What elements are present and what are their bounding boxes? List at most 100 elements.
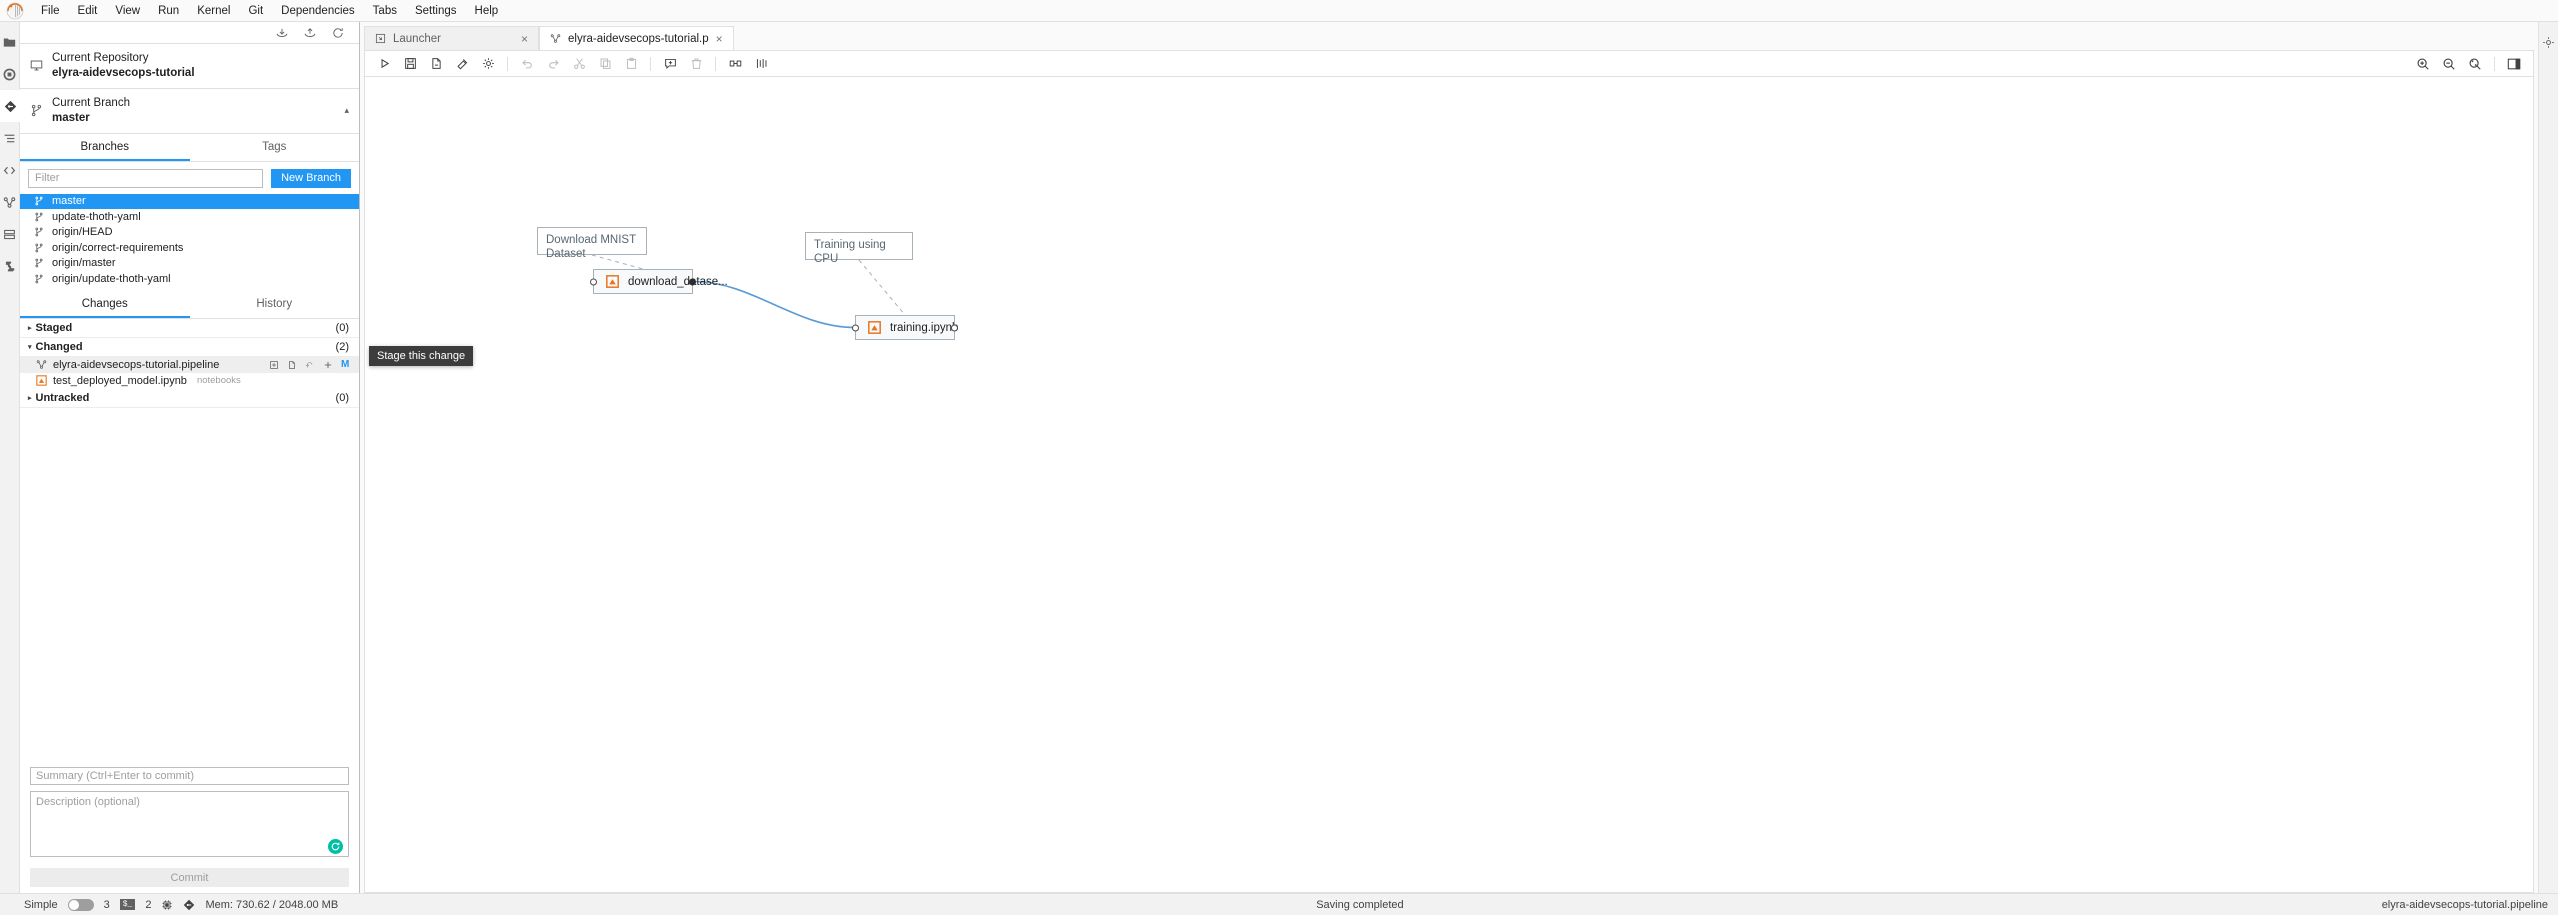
document-tab[interactable]: elyra-aidevsecops-tutorial.p × xyxy=(539,26,734,50)
sidebar-item-runtimes[interactable] xyxy=(0,218,20,250)
menu-item-git[interactable]: Git xyxy=(239,1,272,21)
status-bar: Simple 3 $_ 2 Mem: 730.62 / 2048.00 MB S… xyxy=(0,893,2558,915)
undo-icon[interactable] xyxy=(514,51,540,77)
branch-list-item[interactable]: master xyxy=(20,193,359,209)
toolbar-right-group xyxy=(2410,51,2527,77)
node-input-port[interactable] xyxy=(852,324,859,331)
changed-file-row[interactable]: test_deployed_model.ipynb notebooks xyxy=(20,373,359,389)
menu-item-file[interactable]: File xyxy=(32,1,69,21)
open-properties-panel-icon[interactable] xyxy=(2501,51,2527,77)
document-tab-bar: Launcher × elyra-aidevsecops-tutorial.p × xyxy=(364,26,2534,50)
copy-icon[interactable] xyxy=(592,51,618,77)
sidebar-item-code-snippets[interactable] xyxy=(0,154,20,186)
desktop-icon xyxy=(30,59,43,72)
current-repository[interactable]: Current Repository elyra-aidevsecops-tut… xyxy=(20,44,359,89)
branch-list-item[interactable]: origin/HEAD xyxy=(20,225,359,241)
kernels-count[interactable]: 3 xyxy=(104,899,110,911)
simple-mode-toggle[interactable] xyxy=(67,898,94,911)
menu-item-dependencies[interactable]: Dependencies xyxy=(272,1,364,21)
node-output-port[interactable] xyxy=(951,324,958,331)
refresh-circle-icon[interactable] xyxy=(328,839,343,854)
current-branch[interactable]: Current Branch master ▴ xyxy=(20,89,359,134)
menu-item-help[interactable]: Help xyxy=(466,1,508,21)
branch-list-item[interactable]: update-thoth-yaml xyxy=(20,209,359,225)
sidebar-item-extension-manager[interactable] xyxy=(0,250,20,282)
terminals-count[interactable]: 2 xyxy=(145,899,151,911)
open-file-icon[interactable] xyxy=(287,360,297,370)
zoom-out-icon[interactable] xyxy=(2436,51,2462,77)
pull-icon[interactable] xyxy=(275,26,289,40)
branch-label: master xyxy=(52,195,86,208)
running-terminals-icon xyxy=(3,68,16,80)
sidebar-item-file-browser[interactable] xyxy=(0,26,20,58)
pipeline-node[interactable]: training.ipynb xyxy=(852,315,958,340)
branch-filter-input[interactable] xyxy=(28,168,264,188)
run-pipeline-icon[interactable] xyxy=(371,51,397,77)
cut-icon[interactable] xyxy=(566,51,592,77)
export-pipeline-icon[interactable] xyxy=(423,51,449,77)
redo-icon[interactable] xyxy=(540,51,566,77)
git-status-icon[interactable] xyxy=(183,899,195,911)
branch-tabs: Branches Tags xyxy=(20,133,360,162)
branch-list-item[interactable]: origin/correct-requirements xyxy=(20,240,359,256)
discard-changes-icon[interactable] xyxy=(305,360,315,370)
arrange-horizontally-icon[interactable] xyxy=(722,51,748,77)
active-document-name: elyra-aidevsecops-tutorial.pipeline xyxy=(2381,898,2548,911)
zoom-to-fit-icon[interactable] xyxy=(2462,51,2488,77)
paste-icon[interactable] xyxy=(618,51,644,77)
close-icon[interactable]: × xyxy=(716,33,723,45)
arrange-vertically-icon[interactable] xyxy=(748,51,774,77)
document-tab[interactable]: Launcher × xyxy=(364,26,539,50)
tab-changes[interactable]: Changes xyxy=(20,291,190,318)
clear-pipeline-icon[interactable] xyxy=(449,51,475,77)
stage-change-icon[interactable] xyxy=(323,360,333,370)
notebook-node-icon xyxy=(606,275,619,288)
commit-summary-input[interactable] xyxy=(30,767,349,785)
changes-section-staged[interactable]: ▸ Staged (0) xyxy=(20,318,359,338)
pipeline-properties-icon[interactable] xyxy=(475,51,501,77)
node-input-port[interactable] xyxy=(590,278,597,285)
sidebar-item-running[interactable] xyxy=(0,58,20,90)
sidebar-item-pipeline-components[interactable] xyxy=(0,186,20,218)
zoom-in-icon[interactable] xyxy=(2410,51,2436,77)
menu-item-run[interactable]: Run xyxy=(149,1,188,21)
pipeline-canvas[interactable]: Download MNIST Dataset Training using CPU… xyxy=(365,77,2533,892)
pipeline-comment[interactable]: Download MNIST Dataset xyxy=(537,227,647,260)
pipeline-comment[interactable]: Training using CPU xyxy=(805,232,913,265)
save-pipeline-icon[interactable] xyxy=(397,51,423,77)
terminal-icon[interactable]: $_ xyxy=(119,899,136,910)
sidebar-item-toc[interactable] xyxy=(0,122,20,154)
node-output-port[interactable] xyxy=(689,278,696,285)
branch-list-item[interactable]: origin/master xyxy=(20,256,359,272)
property-inspector-icon[interactable] xyxy=(2539,26,2558,58)
menu-item-settings[interactable]: Settings xyxy=(406,1,466,21)
pipeline-node[interactable]: download_datase... xyxy=(590,269,728,294)
branch-list-item[interactable]: origin/update-thoth-yaml xyxy=(20,271,359,287)
commit-button[interactable]: Commit xyxy=(30,868,349,887)
menu-item-view[interactable]: View xyxy=(106,1,149,21)
changes-section-untracked[interactable]: ▸ Untracked (0) xyxy=(20,388,359,408)
open-diff-icon[interactable] xyxy=(269,360,279,370)
refresh-icon[interactable] xyxy=(331,26,345,40)
chevron-up-icon[interactable]: ▴ xyxy=(344,105,349,116)
git-panel-toolbar xyxy=(20,22,359,44)
menu-item-tabs[interactable]: Tabs xyxy=(364,1,406,21)
tab-branches[interactable]: Branches xyxy=(20,134,190,161)
menu-item-edit[interactable]: Edit xyxy=(69,1,107,21)
close-icon[interactable]: × xyxy=(521,33,528,45)
delete-icon[interactable] xyxy=(683,51,709,77)
push-icon[interactable] xyxy=(303,26,317,40)
changes-section-changed[interactable]: ▾ Changed (2) xyxy=(20,337,359,357)
add-comment-icon[interactable] xyxy=(657,51,683,77)
changed-file-row[interactable]: elyra-aidevsecops-tutorial.pipeline M xyxy=(20,356,359,373)
cpu-icon[interactable] xyxy=(161,899,173,911)
tab-history[interactable]: History xyxy=(190,291,360,318)
commit-description-input[interactable] xyxy=(30,791,349,857)
tab-tags[interactable]: Tags xyxy=(190,134,360,161)
toolbar-separator xyxy=(507,56,508,71)
menu-item-kernel[interactable]: Kernel xyxy=(188,1,239,21)
commit-description-wrapper xyxy=(30,791,349,860)
new-branch-button[interactable]: New Branch xyxy=(271,168,351,188)
branch-icon xyxy=(34,274,44,284)
sidebar-item-git[interactable] xyxy=(0,90,20,122)
